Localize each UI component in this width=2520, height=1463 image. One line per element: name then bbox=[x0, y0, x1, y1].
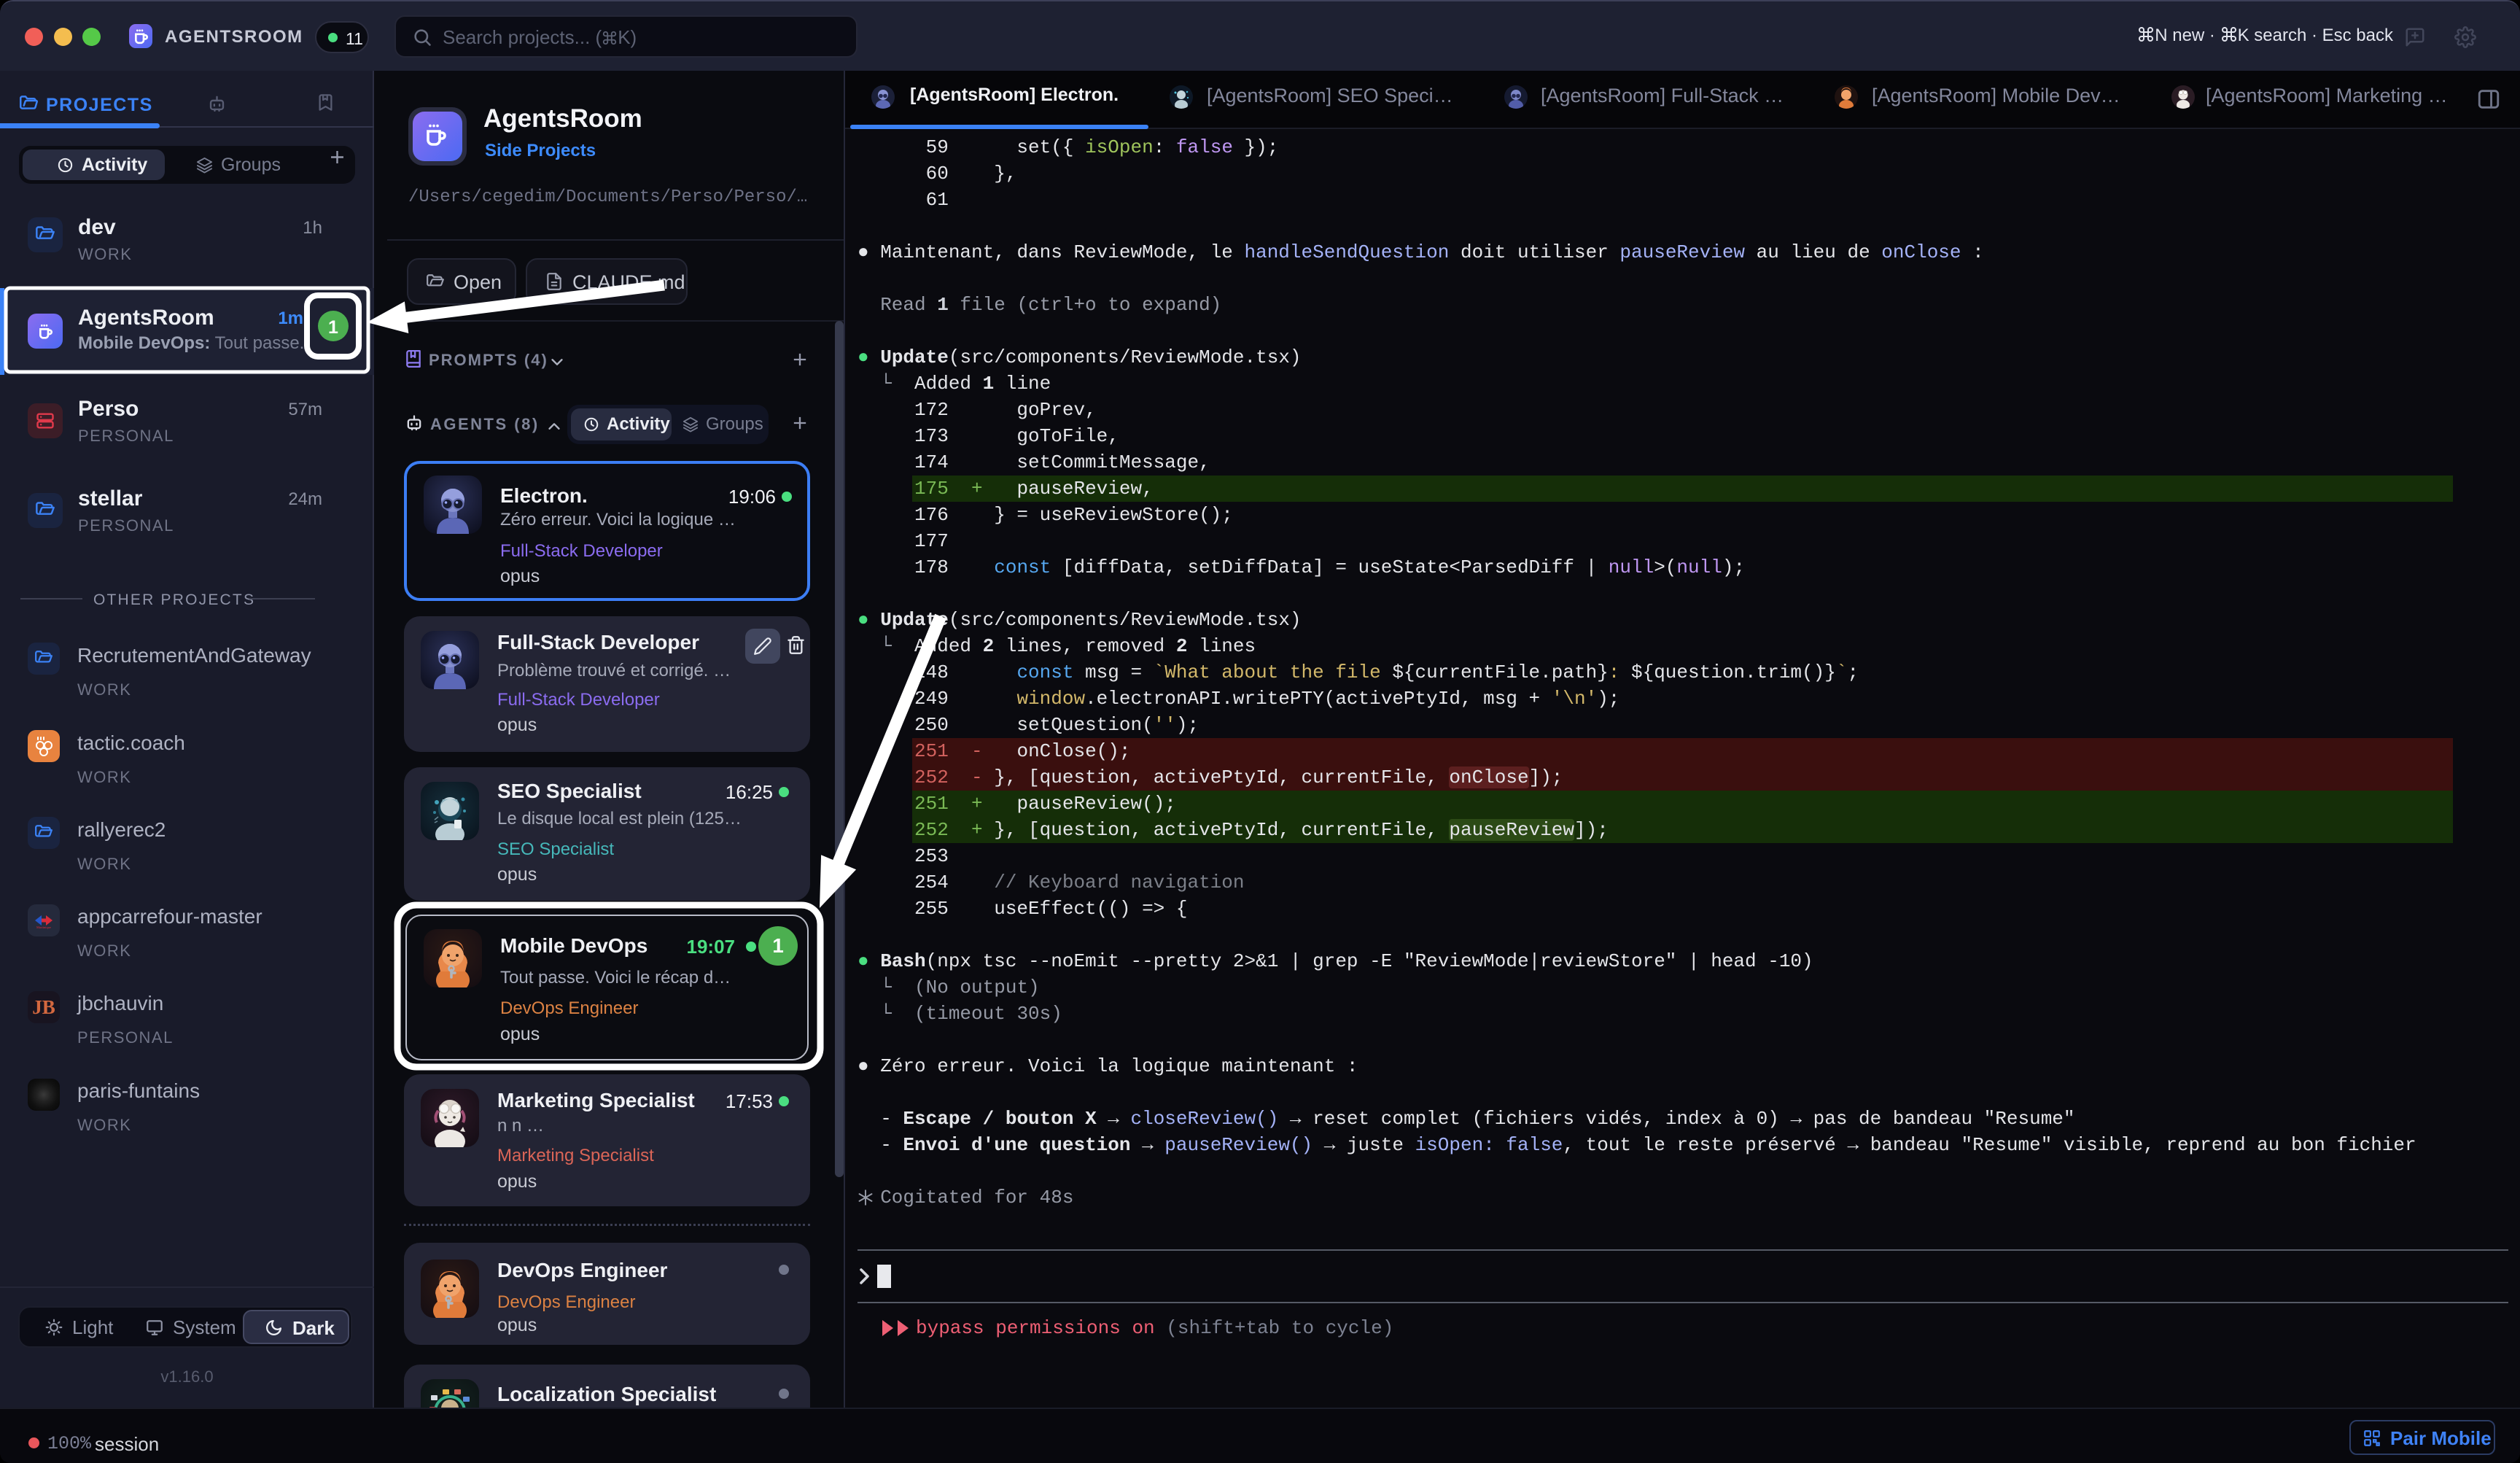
svg-text:1: 1 bbox=[328, 317, 338, 338]
